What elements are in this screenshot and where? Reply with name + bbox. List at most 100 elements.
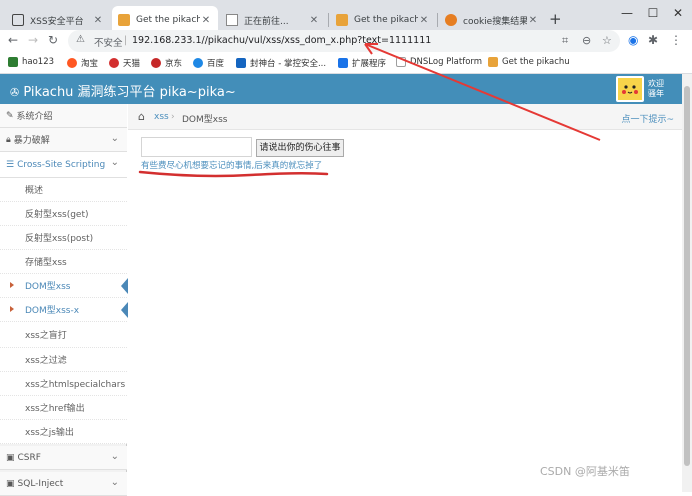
sidebar-item-label: CSRF — [17, 452, 41, 463]
sidebar-item-intro[interactable]: ✎ 系统介绍 — [0, 104, 127, 128]
sidebar-subitem-label: xss之盲打 — [25, 331, 67, 341]
warning-icon[interactable]: ⚠ — [76, 34, 85, 45]
bookmark-label: Get the pikachu — [502, 57, 570, 67]
hao123-icon — [8, 57, 18, 67]
home-icon[interactable]: ⌂ — [138, 110, 145, 123]
sidebar-item-bruteforce[interactable]: 🔒︎ 暴力破解 ⌄ — [0, 128, 127, 152]
caret-right-icon — [10, 282, 14, 288]
cookie-favicon-icon — [445, 14, 457, 26]
sidebar-subitem-href[interactable]: xss之href输出 — [0, 396, 127, 420]
url-text[interactable]: 192.168.233.1//pikachu/vul/xss/xss_dom_x… — [132, 35, 431, 46]
result-link[interactable]: 有些费尽心机想要忘记的事情,后来真的就忘掉了 — [141, 159, 322, 171]
close-icon[interactable]: ✕ — [527, 15, 539, 26]
sidebar-subitem-overview[interactable]: 概述 — [0, 178, 127, 202]
taobao-icon — [67, 58, 77, 68]
sidebar-item-label: SQL-Inject — [17, 478, 64, 489]
sidebar-item-sqli[interactable]: ▣ SQL-Inject ⌄ — [0, 472, 127, 496]
sidebar-subitem-dom-x[interactable]: DOM型xss-x — [0, 298, 128, 322]
tmall-icon — [109, 58, 119, 68]
tab-label: 正在前往... — [244, 16, 289, 27]
window-close-icon[interactable]: ✕ — [665, 4, 691, 22]
close-icon[interactable]: ✕ — [418, 15, 430, 26]
welcome-text[interactable]: 欢迎 骚年 — [648, 79, 678, 99]
minimize-icon[interactable]: — — [614, 4, 640, 22]
sidebar-item-label: 暴力破解 — [13, 136, 50, 146]
watermark: CSDN @阿基米笛 — [540, 465, 630, 478]
xss-text-input[interactable] — [141, 137, 252, 157]
tab-label: cookie搜集结果 — [463, 16, 527, 27]
sidebar-subitem-reflected-post[interactable]: 反射型xss(post) — [0, 226, 127, 250]
close-icon[interactable]: ✕ — [308, 15, 320, 26]
menu-kebab-icon[interactable]: ⋮ — [670, 33, 682, 47]
sidebar-subitem-blind[interactable]: xss之盲打 — [0, 322, 127, 348]
submit-button[interactable]: 请说出你的伤心往事 — [256, 139, 344, 157]
sidebar: ✎ 系统介绍 🔒︎ 暴力破解 ⌄ ☰ Cross-Site Scripting … — [0, 104, 128, 496]
bookmark-taobao[interactable]: 淘宝 — [67, 57, 98, 69]
tab-label: Get the pikachu — [136, 15, 200, 25]
xss-favicon-icon — [12, 14, 24, 26]
vertical-scrollbar[interactable] — [682, 74, 692, 492]
sidebar-subitem-js[interactable]: xss之js输出 — [0, 420, 127, 444]
sidebar-item-xss[interactable]: ☰ Cross-Site Scripting ⌄ — [0, 152, 127, 178]
zoom-icon[interactable]: ⊖ — [582, 34, 591, 47]
shield-icon — [236, 58, 246, 68]
bookmark-fengshentai[interactable]: 封神台 - 掌控安全... — [236, 57, 326, 69]
breadcrumb-parent-link[interactable]: xss — [154, 112, 169, 122]
tab-label: XSS安全平台 — [30, 16, 84, 27]
page-title[interactable]: ✇ Pikachu 漏洞练习平台 pika~pika~ — [10, 81, 236, 100]
new-tab-button[interactable]: + — [549, 10, 562, 28]
welcome-line: 骚年 — [648, 89, 664, 98]
bookmark-star-icon[interactable]: ☆ — [602, 34, 612, 47]
sidebar-item-csrf[interactable]: ▣ CSRF ⌄ — [0, 446, 127, 470]
bookmark-label: hao123 — [22, 57, 55, 67]
security-label: 不安全 — [94, 38, 123, 49]
url-divider: | — [124, 35, 128, 46]
close-icon[interactable]: ✕ — [200, 15, 212, 26]
sidebar-subitem-filter[interactable]: xss之过滤 — [0, 348, 127, 372]
hint-link[interactable]: 点一下提示~ — [621, 112, 674, 125]
sidebar-subitem-reflected-get[interactable]: 反射型xss(get) — [0, 202, 127, 226]
browser-toolbar: ← → ↻ ⚠ 不安全 | 192.168.233.1//pikachu/vul… — [0, 30, 692, 52]
avatar[interactable] — [616, 76, 644, 102]
tag-icon: ▣ — [6, 478, 15, 489]
sidebar-subitem-label: 反射型xss(post) — [25, 234, 94, 244]
bookmark-label: 扩展程序 — [352, 59, 387, 69]
pikachu-favicon-icon — [336, 14, 348, 26]
chevron-down-icon: ⌄ — [110, 477, 119, 488]
forward-arrow-icon[interactable]: → — [28, 33, 38, 47]
bookmark-label: 天猫 — [123, 59, 141, 69]
chevron-down-icon: ⌄ — [110, 451, 119, 462]
tab-divider — [328, 13, 329, 27]
bookmark-dnslog[interactable]: DNSLog Platform — [396, 57, 482, 67]
close-icon[interactable]: ✕ — [92, 15, 104, 26]
wrench-icon: ✎ — [6, 110, 14, 121]
breadcrumb: ⌂ xss › DOM型xss 点一下提示~ — [128, 104, 682, 130]
active-indicator — [121, 278, 128, 294]
page-title-text: Pikachu 漏洞练习平台 pika~pika~ — [23, 85, 236, 100]
sidebar-subitem-dom[interactable]: DOM型xss — [0, 274, 128, 298]
bookmark-tmall[interactable]: 天猫 — [109, 57, 140, 69]
address-bar[interactable]: ⚠ 不安全 | 192.168.233.1//pikachu/vul/xss/x… — [68, 30, 620, 52]
bookmark-baidu[interactable]: 百度 — [193, 57, 224, 69]
baidu-paw-icon — [193, 58, 203, 68]
breadcrumb-separator: › — [171, 112, 175, 122]
sidebar-subitem-htmlspecialchars[interactable]: xss之htmlspecialchars — [0, 372, 127, 396]
sidebar-subitem-label: DOM型xss — [25, 282, 71, 292]
caret-right-icon — [10, 306, 14, 312]
bookmark-hao123[interactable]: hao123 — [8, 57, 54, 67]
maximize-icon[interactable]: ☐ — [640, 4, 666, 22]
translate-icon[interactable]: ⌗ — [562, 34, 568, 48]
scrollbar-thumb[interactable] — [684, 86, 690, 466]
bookmark-extensions[interactable]: 扩展程序 — [338, 57, 386, 69]
bookmark-jd[interactable]: 京东 — [151, 57, 182, 69]
sidebar-subitem-stored[interactable]: 存储型xss — [0, 250, 127, 274]
sidebar-subitem-label: xss之过滤 — [25, 356, 67, 366]
bookmark-pikachu[interactable]: Get the pikachu — [488, 57, 570, 67]
tab-label: Get the pikachu — [354, 15, 418, 25]
extensions-puzzle-icon[interactable]: ✱ — [648, 33, 658, 47]
reload-icon[interactable]: ↻ — [48, 33, 58, 47]
profile-extension-icon[interactable]: ◉ — [628, 33, 638, 47]
sidebar-subitem-label: xss之htmlspecialchars — [25, 380, 126, 390]
back-arrow-icon[interactable]: ← — [8, 33, 18, 47]
pikachu-avatar-icon — [622, 85, 638, 94]
